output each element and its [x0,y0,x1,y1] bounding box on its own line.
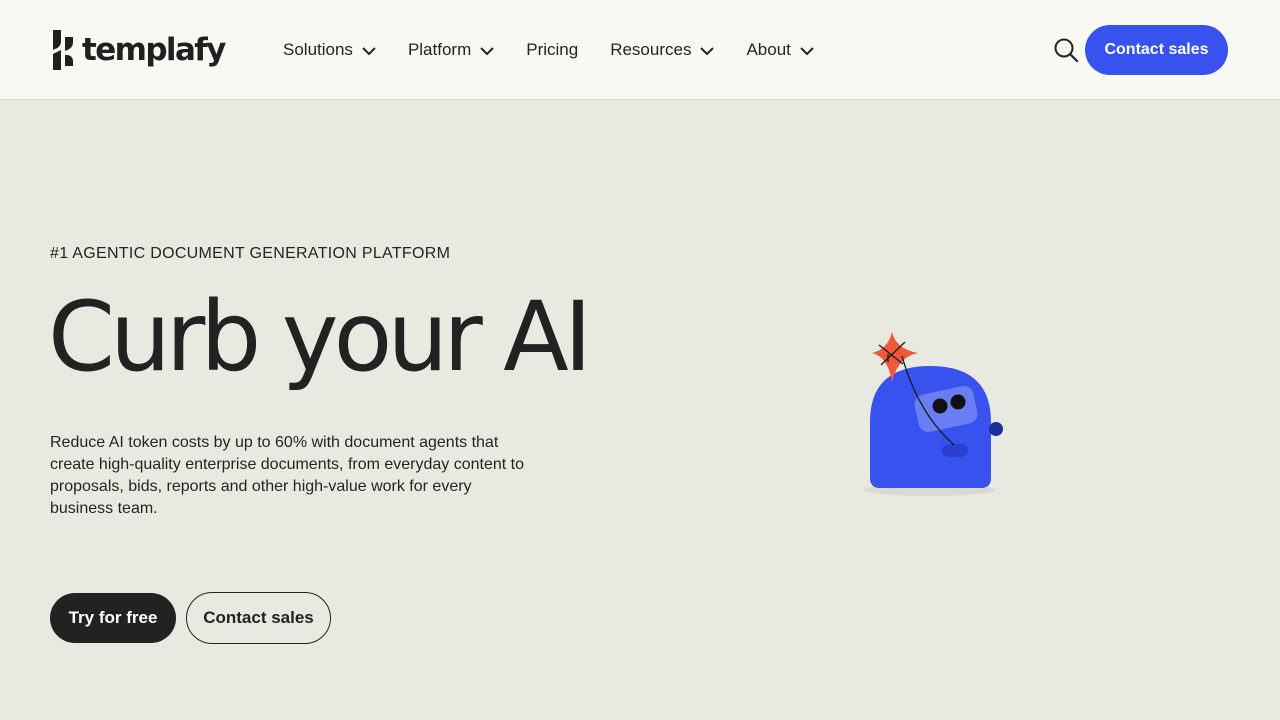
chevron-down-icon [480,47,494,56]
nav-item-platform[interactable]: Platform [408,40,494,60]
hero-eyebrow: #1 AGENTIC DOCUMENT GENERATION PLATFORM [50,245,451,262]
main-nav: Solutions Platform Pricing Resources Abo… [283,38,846,62]
nav-item-resources[interactable]: Resources [610,40,715,60]
chevron-down-icon [700,47,715,56]
nav-item-about[interactable]: About [746,40,814,60]
templafy-logo[interactable]: templafy [50,28,226,72]
templafy-logo-icon [53,30,73,70]
logo-wordmark: templafy [82,32,226,68]
site-header: templafy Solutions Platform Pricing Reso… [0,0,1280,100]
robot-kite-illustration [864,332,1003,496]
contact-sales-button[interactable]: Contact sales [1085,25,1228,75]
nav-label: Pricing [526,40,579,59]
nav-item-solutions[interactable]: Solutions [283,40,376,60]
search-icon[interactable] [1053,37,1079,63]
try-for-free-button[interactable]: Try for free [50,593,176,643]
nav-label: Platform [407,40,472,59]
chevron-down-icon [362,47,376,56]
nav-label: Solutions [283,40,353,59]
nav-label: About [746,40,791,59]
nav-label: Resources [610,40,692,59]
hero-description: Reduce AI token costs by up to 60% with … [50,434,525,517]
nav-item-pricing[interactable]: Pricing [526,40,578,60]
chevron-down-icon [800,47,814,56]
hero-title: Curb your AI [48,281,592,393]
contact-sales-secondary-button[interactable]: Contact sales [186,592,331,644]
